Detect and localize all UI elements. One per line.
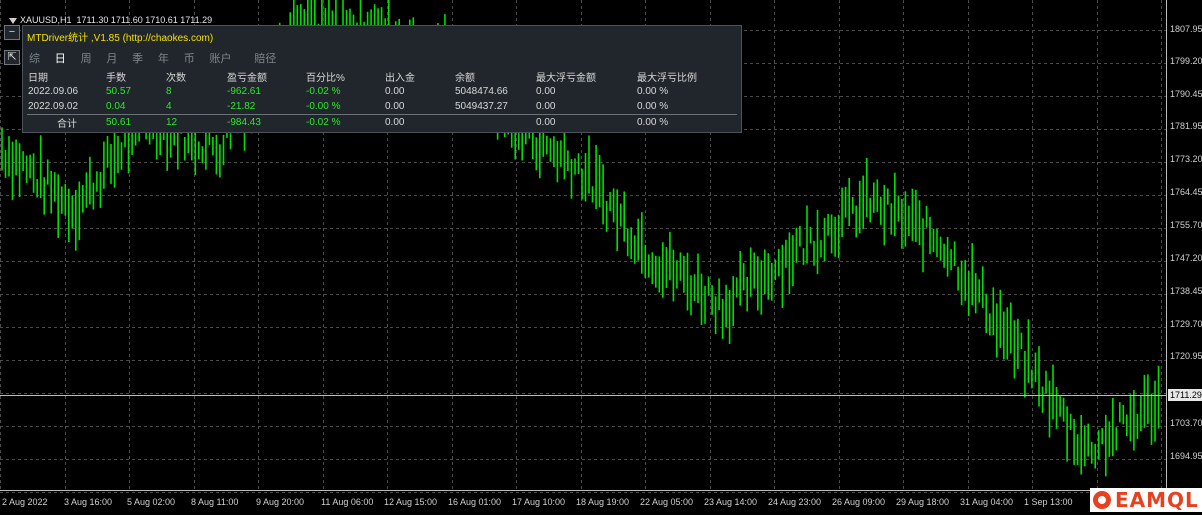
price-label: 1747.20 <box>1170 253 1202 263</box>
cell-percent: -0.02 % <box>306 86 341 97</box>
cell-max-float-ratio: 0.00 % <box>637 101 669 112</box>
time-label: 5 Aug 02:00 <box>127 497 176 507</box>
expand-icon: ⇱ <box>7 51 17 63</box>
cell-date: 2022.09.06 <box>28 86 79 97</box>
time-label: 18 Aug 19:00 <box>576 497 630 507</box>
col-pnl: 盈亏金额 <box>227 73 267 84</box>
price-label: 1703.70 <box>1170 418 1202 428</box>
price-label: 1773.20 <box>1170 154 1202 164</box>
price-label: 1755.70 <box>1170 220 1202 230</box>
stats-table: 日期 手数 次数 盈亏金额 百分比% 出入金 余额 最大浮亏金额 最大浮亏比例 … <box>27 69 737 130</box>
cell-total-count: 12 <box>165 114 226 130</box>
col-percent: 百分比% <box>306 73 345 84</box>
cell-pnl: -21.82 <box>227 101 256 112</box>
minimize-panel-button[interactable]: − <box>4 25 20 40</box>
cell-count: 4 <box>166 101 172 112</box>
cell-total-balance <box>454 114 535 130</box>
panel-title: MTDriver统计 ,V1.85 (http://chaokes.com) <box>27 33 214 44</box>
price-label: 1807.95 <box>1170 24 1202 34</box>
cell-deposit: 0.00 <box>385 86 405 97</box>
current-price-label: 1711.29 <box>1168 389 1202 401</box>
minimize-icon: − <box>8 26 16 38</box>
tab-quarter[interactable]: 季 <box>132 50 143 66</box>
price-label: 1729.70 <box>1170 319 1202 329</box>
cell-max-float-loss: 0.00 <box>536 101 556 112</box>
cell-max-float-loss: 0.00 <box>536 86 556 97</box>
time-label: 24 Aug 23:00 <box>768 497 822 507</box>
cell-percent: -0.00 % <box>306 101 341 112</box>
cell-balance: 5049437.27 <box>455 101 508 112</box>
cell-total-max-float-ratio: 0.00 % <box>636 114 737 130</box>
time-label: 12 Aug 15:00 <box>384 497 438 507</box>
price-label: 1694.95 <box>1170 451 1202 461</box>
col-date: 日期 <box>28 73 48 84</box>
tab-year[interactable]: 年 <box>158 50 169 66</box>
price-label: 1781.95 <box>1170 121 1202 131</box>
time-label: 22 Aug 05:00 <box>640 497 694 507</box>
cell-lots: 50.57 <box>106 86 132 97</box>
stats-panel: MTDriver统计 ,V1.85 (http://chaokes.com) 综… <box>22 25 742 133</box>
total-row: 合计 50.61 12 -984.43 -0.02 % 0.00 0.00 0.… <box>27 114 737 130</box>
time-label: 3 Aug 16:00 <box>64 497 113 507</box>
panel-tabs: 综 日 周 月 季 年 币 账户 賠径 <box>29 50 288 66</box>
logo-text: EAMQL <box>1115 488 1199 512</box>
watermark-logo: EAMQL <box>1090 488 1202 512</box>
tab-currency[interactable]: 币 <box>184 50 195 66</box>
cell-total-label: 合计 <box>27 114 105 130</box>
table-row: 2022.09.02 0.04 4 -21.82 -0.00 % 0.00 50… <box>27 99 737 115</box>
logo-icon <box>1093 491 1111 509</box>
cell-total-pnl: -984.43 <box>226 114 305 130</box>
cell-count: 8 <box>166 86 172 97</box>
cell-balance: 5048474.66 <box>455 86 508 97</box>
cell-pnl: -962.61 <box>227 86 261 97</box>
time-label: 17 Aug 10:00 <box>512 497 566 507</box>
tab-summary[interactable]: 综 <box>29 50 40 66</box>
time-label: 2 Aug 2022 <box>2 497 48 507</box>
time-label: 11 Aug 06:00 <box>321 497 374 507</box>
cell-lots: 0.04 <box>106 101 126 112</box>
col-max-float-ratio: 最大浮亏比例 <box>637 73 697 84</box>
time-label: 23 Aug 14:00 <box>704 497 758 507</box>
time-label: 9 Aug 20:00 <box>256 497 305 507</box>
col-count: 次数 <box>166 73 186 84</box>
cell-deposit: 0.00 <box>385 101 405 112</box>
stats-header-row: 日期 手数 次数 盈亏金额 百分比% 出入金 余额 最大浮亏金额 最大浮亏比例 <box>27 69 737 84</box>
table-row: 2022.09.06 50.57 8 -962.61 -0.02 % 0.00 … <box>27 84 737 99</box>
tab-day[interactable]: 日 <box>55 50 66 66</box>
tab-path[interactable]: 賠径 <box>254 50 276 66</box>
cell-max-float-ratio: 0.00 % <box>637 86 669 97</box>
tab-week[interactable]: 周 <box>81 50 92 66</box>
price-label: 1764.45 <box>1170 187 1202 197</box>
cell-total-lots: 50.61 <box>105 114 165 130</box>
time-label: 26 Aug 09:00 <box>832 497 886 507</box>
symbol-info-text: XAUUSD,H1 1711.30 1711.60 1710.61 1711.2… <box>20 15 213 25</box>
time-label: 29 Aug 18:00 <box>896 497 950 507</box>
cell-total-max-float-loss: 0.00 <box>535 114 636 130</box>
tab-month[interactable]: 月 <box>106 50 117 66</box>
col-lots: 手数 <box>106 73 126 84</box>
cell-total-percent: -0.02 % <box>305 114 384 130</box>
cell-date: 2022.09.02 <box>28 101 79 112</box>
price-label: 1738.45 <box>1170 286 1202 296</box>
price-label: 1799.20 <box>1170 56 1202 66</box>
col-deposit: 出入金 <box>385 73 415 84</box>
cell-total-deposit: 0.00 <box>384 114 454 130</box>
time-label: 1 Sep 13:00 <box>1024 497 1073 507</box>
time-label: 31 Aug 04:00 <box>960 497 1014 507</box>
tab-account[interactable]: 账户 <box>209 50 231 66</box>
price-label: 1720.95 <box>1170 351 1202 361</box>
price-label: 1790.45 <box>1170 89 1202 99</box>
expand-panel-button[interactable]: ⇱ <box>4 50 20 65</box>
dropdown-triangle-icon <box>9 17 18 24</box>
col-max-float-loss: 最大浮亏金额 <box>536 73 596 84</box>
col-balance: 余额 <box>455 73 475 84</box>
symbol-info: XAUUSD,H1 1711.30 1711.60 1710.61 1711.2… <box>4 5 212 25</box>
time-label: 16 Aug 01:00 <box>448 497 502 507</box>
time-label: 8 Aug 11:00 <box>191 497 239 507</box>
